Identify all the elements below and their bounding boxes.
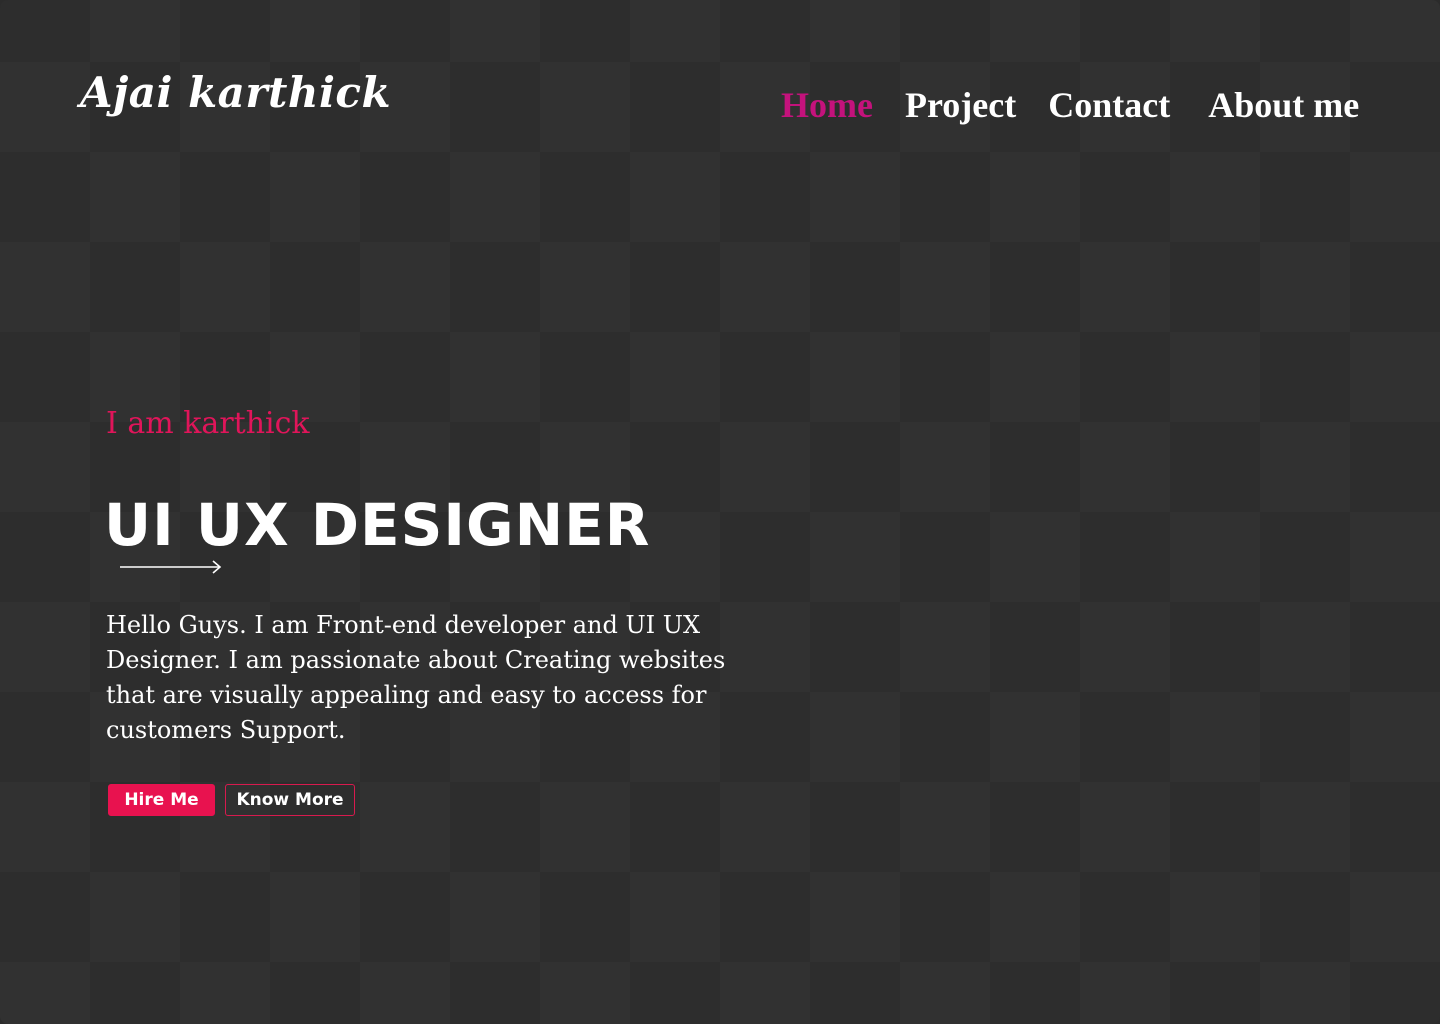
nav-about-me[interactable]: About me bbox=[1208, 84, 1359, 127]
arrow-right-icon bbox=[120, 560, 222, 574]
nav-home[interactable]: Home bbox=[781, 84, 873, 127]
nav-contact[interactable]: Contact bbox=[1048, 84, 1170, 127]
know-more-button[interactable]: Know More bbox=[225, 784, 355, 816]
nav-project[interactable]: Project bbox=[905, 84, 1016, 127]
main-nav: Home Project Contact About me bbox=[781, 84, 1359, 127]
hero-title: UI UX DESIGNER bbox=[104, 491, 651, 559]
hero-intro: I am karthick bbox=[106, 406, 310, 441]
hire-me-button[interactable]: Hire Me bbox=[108, 784, 215, 816]
portfolio-page: Ajai karthick Home Project Contact About… bbox=[0, 0, 1440, 1024]
site-logo[interactable]: Ajai karthick bbox=[80, 69, 391, 116]
hero-description: Hello Guys. I am Front-end developer and… bbox=[106, 611, 726, 744]
